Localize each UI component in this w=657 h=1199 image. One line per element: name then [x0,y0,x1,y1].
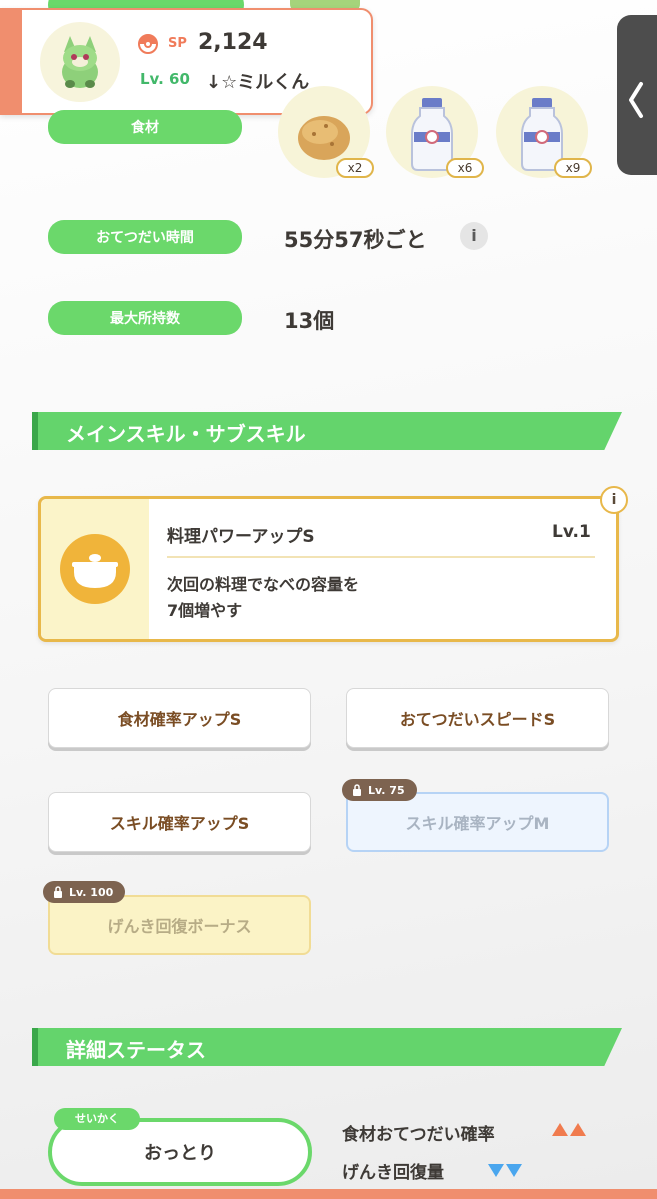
sprigatito-icon [62,36,98,88]
nature-up-row: 食材おてつだい確率 [342,1120,495,1145]
info-icon[interactable]: i [460,222,488,250]
max-carry-label: 最大所持数 [48,301,242,335]
nature-up-stat: 食材おてつだい確率 [342,1125,495,1145]
sp-value: 2,124 [198,30,268,55]
up-arrows [552,1123,586,1136]
up-triangle-icon [552,1123,568,1136]
bottom-bar [0,1189,657,1199]
main-skill-name: 料理パワーアップS [167,527,315,547]
main-skill-description: 次回の料理でなべの容量を 7個増やす [167,572,359,624]
nature-down-stat: げんき回復量 [342,1163,444,1183]
up-triangle-icon [570,1123,586,1136]
max-carry-value: 13個 [284,309,335,333]
skill-info-icon[interactable]: i [600,486,628,514]
pokeball-icon [138,34,158,54]
divider [167,556,595,558]
lock-level-text: Lv. 75 [368,783,405,797]
help-time-label: おてつだい時間 [48,220,242,254]
lock-level-text: Lv. 100 [69,885,114,899]
help-time-value: 55分57秒ごと [284,228,427,252]
lock-level-tag: Lv. 75 [342,779,417,801]
sub-skill-1-button[interactable]: 食材確率アップS [48,688,311,748]
ingredient-count-3: x9 [554,158,592,178]
main-skill-desc-line-1: 次回の料理でなべの容量を [167,575,360,594]
lock-icon [353,784,361,796]
lock-icon [54,886,62,898]
section-header-accent [32,1028,38,1066]
sub-skill-5-button-locked[interactable]: げんき回復ボーナス [48,895,311,955]
section-header-accent [32,412,38,450]
nature-down-row: げんき回復量 [342,1158,444,1183]
skills-section-title: メインスキル・サブスキル [66,422,306,446]
down-triangle-icon [506,1164,522,1177]
ingredient-label: 食材 [48,110,242,144]
ingredient-count-2: x6 [446,158,484,178]
down-triangle-icon [488,1164,504,1177]
sub-skill-2-button[interactable]: おてつだいスピードS [346,688,609,748]
lock-level-tag: Lv. 100 [43,881,126,903]
popup-accent-stripe [0,8,22,115]
ingredient-count-1: x2 [336,158,374,178]
sub-skill-3-button[interactable]: スキル確率アップS [48,792,311,852]
main-skill-desc-line-2: 7個増やす [167,601,243,620]
main-skill-icon-bg [60,534,130,604]
nature-tag: せいかく [54,1108,140,1130]
sp-label: SP [168,36,187,51]
detail-section-title: 詳細ステータス [66,1038,206,1062]
chevron-left-icon[interactable] [627,80,645,120]
down-arrows [488,1164,522,1177]
sub-skill-4-button-locked[interactable]: スキル確率アップM [346,792,609,852]
level-label: Lv. 60 [140,70,190,88]
main-skill-level: Lv.1 [552,522,591,542]
pokemon-avatar [40,22,120,102]
cooking-pot-icon [72,554,118,588]
